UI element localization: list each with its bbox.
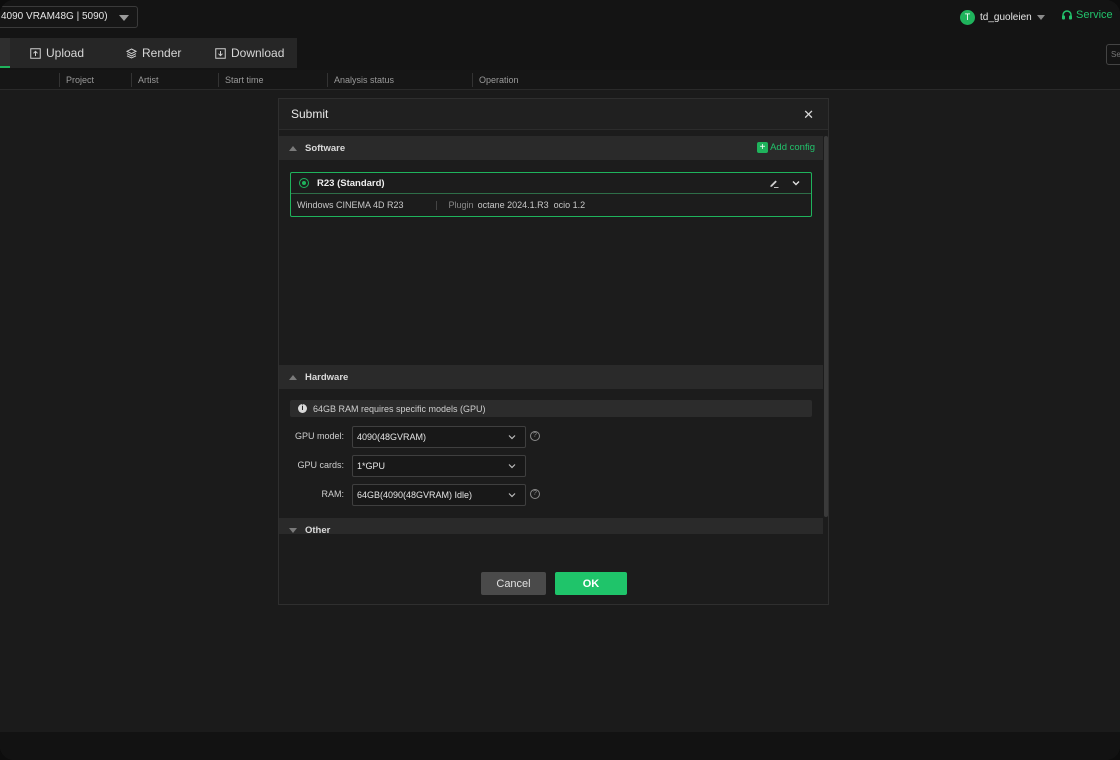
hardware-notice: i 64GB RAM requires specific models (GPU… [290, 400, 812, 417]
help-icon[interactable]: ? [530, 431, 540, 441]
dialog-scroll-area[interactable]: Software + Add config R23 (Standard) Win… [279, 136, 823, 534]
plugin-list: octane 2024.1.R3 ocio 1.2 [477, 200, 586, 210]
machine-select[interactable]: 4090 VRAM48G | 5090) [0, 6, 138, 28]
search-input[interactable]: Se [1106, 44, 1120, 65]
other-section: Other [279, 518, 823, 534]
gpu-model-value: 4090(48GVRAM) [357, 432, 427, 442]
hardware-section: Hardware i 64GB RAM requires specific mo… [279, 365, 823, 506]
tab-download-label: Download [231, 46, 285, 60]
software-section-header[interactable]: Software + Add config [279, 136, 823, 160]
gpu-cards-select[interactable]: 1*GPU [352, 455, 526, 477]
info-icon: i [298, 404, 307, 413]
config-name: R23 (Standard) [317, 177, 385, 189]
dialog-title: Submit [291, 107, 329, 121]
column-header[interactable]: Artist [131, 73, 159, 87]
download-icon [215, 47, 226, 59]
app-window: 4090 VRAM48G | 5090) T td_guoleien Servi… [0, 0, 1120, 760]
column-header[interactable]: Operation [472, 73, 519, 87]
dialog-header: Submit [279, 99, 828, 130]
ram-select[interactable]: 64GB(4090(48GVRAM) Idle) [352, 484, 526, 506]
table-header: Project Artist Start time Analysis statu… [0, 70, 1120, 90]
column-header[interactable]: Start time [218, 73, 264, 87]
config-card-header: R23 (Standard) [291, 173, 811, 194]
gpu-cards-value: 1*GPU [357, 461, 386, 471]
tab-download[interactable]: Download [215, 38, 284, 68]
service-label: Service [1076, 9, 1113, 21]
plugin-label: Plugin [448, 200, 474, 210]
tab-active[interactable] [0, 38, 10, 68]
add-config-button[interactable]: + Add config [757, 142, 815, 153]
chevron-down-icon [508, 493, 516, 498]
gpu-model-select[interactable]: 4090(48GVRAM) [352, 426, 526, 448]
config-card-body: Windows CINEMA 4D R23 Plugin octane 2024… [291, 194, 811, 216]
gpu-cards-label: GPU cards: [297, 460, 344, 470]
cancel-button[interactable]: Cancel [481, 572, 546, 595]
software-config-card[interactable]: R23 (Standard) Windows CINEMA 4D R23 Plu… [290, 172, 812, 217]
collapse-icon [289, 145, 297, 151]
chevron-down-icon [508, 464, 516, 469]
nav-bar: Upload Render Download Se [0, 38, 1120, 70]
config-platform: Windows CINEMA 4D R23 [297, 200, 404, 210]
caret-down-icon [1036, 14, 1045, 20]
software-heading: Software [305, 142, 346, 154]
config-radio[interactable] [299, 178, 309, 188]
avatar: T [960, 9, 975, 25]
caret-down-icon [119, 15, 129, 21]
gpu-cards-row: GPU cards: 1*GPU [279, 455, 823, 477]
layers-icon [126, 47, 137, 59]
expand-icon [289, 527, 297, 533]
gpu-model-row: GPU model: 4090(48GVRAM) ? [279, 426, 823, 448]
other-heading: Other [305, 524, 331, 535]
close-icon[interactable]: ✕ [803, 107, 814, 123]
hardware-section-header[interactable]: Hardware [279, 365, 823, 389]
plus-icon: + [757, 142, 769, 153]
hardware-heading: Hardware [305, 371, 349, 383]
edit-icon[interactable] [769, 178, 779, 188]
submit-dialog: Submit ✕ Software + Add config R23 (Stan… [278, 98, 829, 605]
ram-row: RAM: 64GB(4090(48GVRAM) Idle) ? [279, 484, 823, 506]
search-placeholder: Se [1111, 50, 1120, 59]
headset-icon [1062, 10, 1072, 20]
add-config-label: Add config [770, 142, 815, 153]
collapse-icon [289, 374, 297, 380]
machine-select-value: 4090 VRAM48G | 5090) [1, 11, 108, 22]
help-icon[interactable]: ? [530, 489, 540, 499]
notice-text: 64GB RAM requires specific models (GPU) [313, 403, 486, 414]
chevron-down-icon [508, 435, 516, 440]
chevron-down-icon[interactable] [791, 178, 801, 188]
other-section-header[interactable]: Other [279, 518, 823, 534]
service-button[interactable]: Service [1061, 9, 1113, 21]
ram-value: 64GB(4090(48GVRAM) Idle) [357, 490, 473, 500]
card-actions [769, 178, 801, 188]
footer-bar [0, 732, 1120, 760]
divider [435, 200, 437, 210]
gpu-model-label: GPU model: [294, 431, 344, 441]
upload-icon [30, 47, 41, 59]
user-name: td_guoleien [980, 11, 1032, 23]
ok-button[interactable]: OK [555, 572, 627, 595]
tab-render[interactable]: Render [126, 38, 181, 68]
tab-upload-label: Upload [46, 46, 85, 60]
tab-upload[interactable]: Upload [30, 38, 84, 68]
top-bar: 4090 VRAM48G | 5090) T td_guoleien Servi… [0, 0, 1120, 38]
tab-render-label: Render [142, 46, 182, 60]
scrollbar[interactable] [824, 136, 828, 517]
user-menu[interactable]: T td_guoleien [960, 8, 1045, 26]
column-header[interactable]: Analysis status [327, 73, 394, 87]
column-header[interactable]: Project [59, 73, 94, 87]
ram-label: RAM: [321, 489, 345, 499]
